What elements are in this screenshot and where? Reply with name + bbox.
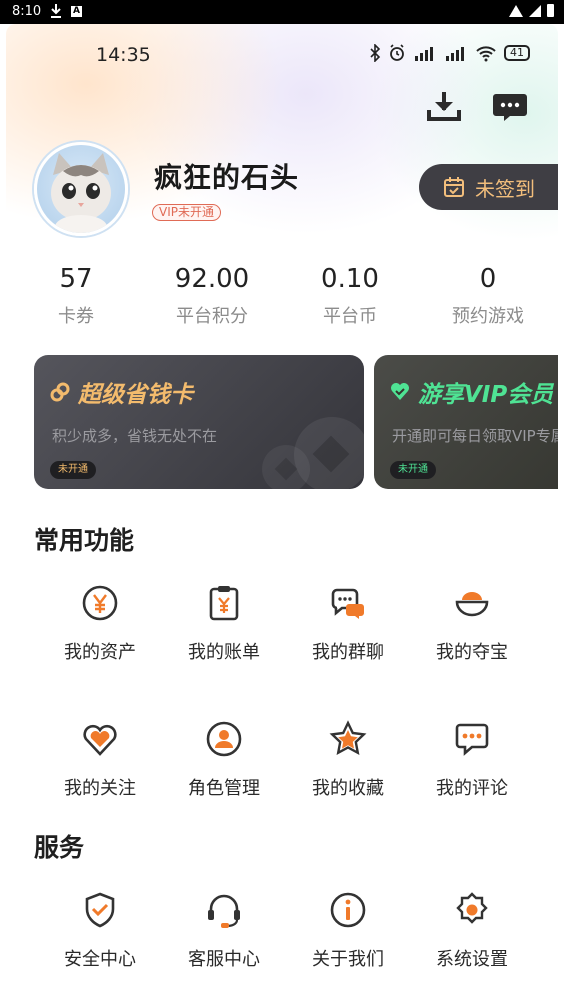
- battery-status-icon: [547, 4, 554, 17]
- grid-item-label: 我的关注: [64, 778, 136, 799]
- inner-status-icons: 41: [369, 44, 530, 62]
- grid-item-label: 我的收藏: [312, 778, 384, 799]
- grid-item-comments[interactable]: 我的评论: [410, 720, 534, 800]
- stat-reserved-games[interactable]: 0 预约游戏: [428, 264, 548, 328]
- savings-card-title-row: 超级省钱卡: [50, 375, 193, 409]
- grid-item-label: 客服中心: [188, 949, 260, 970]
- grid-item-assets[interactable]: 我的资产: [38, 584, 162, 664]
- star-icon: [329, 720, 367, 756]
- system-time: 8:10: [12, 4, 42, 19]
- inner-status-time: 14:35: [96, 44, 151, 66]
- signal-hd-icon-2: [446, 47, 464, 61]
- bluetooth-icon: [370, 44, 381, 62]
- grid-item-label: 我的资产: [64, 642, 136, 663]
- app-notification-icon: A: [71, 6, 82, 17]
- grid-item-label: 安全中心: [64, 949, 136, 970]
- treasure-bowl-icon: [455, 592, 489, 617]
- coin-decoration-icon: [262, 417, 364, 489]
- vip-card-status: 未开通: [390, 461, 436, 479]
- settings-gear-icon: [456, 892, 488, 924]
- username: 疯狂的石头: [154, 161, 300, 194]
- stat-value: 92.00: [174, 264, 250, 294]
- vip-card-desc: 开通即可每日领取VIP专属福利: [392, 427, 558, 445]
- stat-points[interactable]: 92.00 平台积分: [152, 264, 272, 328]
- wifi-status-icon: [509, 4, 523, 17]
- grid-item-role[interactable]: 角色管理: [162, 720, 286, 800]
- system-status-bar: 8:10 A: [0, 0, 564, 24]
- comment-icon: [455, 723, 489, 756]
- signin-label: 未签到: [475, 176, 535, 201]
- stat-label: 平台积分: [176, 306, 248, 327]
- savings-card-desc: 积少成多，省钱无处不在: [52, 427, 218, 445]
- calendar-check-icon: [444, 177, 464, 197]
- shield-icon: [85, 892, 115, 928]
- grid-item-label: 我的夺宝: [436, 642, 508, 663]
- grid-item-group-chat[interactable]: 我的群聊: [286, 584, 410, 664]
- savings-card[interactable]: 超级省钱卡 积少成多，省钱无处不在 未开通: [34, 355, 364, 489]
- signal-hd-icon-1: [415, 47, 433, 61]
- wifi-icon: [476, 46, 496, 62]
- link-icon: [50, 382, 70, 402]
- avatar[interactable]: [34, 142, 128, 236]
- stat-platform-coin[interactable]: 0.10 平台币: [290, 264, 410, 328]
- heart-icon: [83, 724, 117, 756]
- signin-button[interactable]: 未签到: [419, 164, 558, 210]
- yuan-coin-icon: [82, 585, 118, 621]
- battery-icon: 41: [504, 45, 530, 61]
- bill-icon: [209, 586, 239, 621]
- grid-item-label: 关于我们: [312, 949, 384, 970]
- grid-item-about[interactable]: 关于我们: [286, 891, 410, 971]
- stat-value: 57: [59, 264, 93, 294]
- grid-item-follow[interactable]: 我的关注: [38, 720, 162, 800]
- download-status-icon: [51, 4, 61, 18]
- headset-icon: [208, 894, 240, 928]
- common-functions-title: 常用功能: [34, 526, 135, 555]
- grid-item-label: 系统设置: [436, 949, 508, 970]
- stat-label: 卡券: [58, 306, 94, 327]
- grid-item-label: 我的评论: [436, 778, 508, 799]
- grid-item-label: 角色管理: [188, 778, 260, 799]
- grid-item-treasure[interactable]: 我的夺宝: [410, 584, 534, 664]
- cell-signal-icon: [529, 4, 541, 17]
- grid-item-label: 我的账单: [188, 642, 260, 663]
- vip-card[interactable]: 游享VIP会员 开通即可每日领取VIP专属福利 未开通: [374, 355, 558, 489]
- grid-item-bill[interactable]: 我的账单: [162, 584, 286, 664]
- grid-item-settings[interactable]: 系统设置: [410, 891, 534, 971]
- vip-card-title-row: 游享VIP会员: [390, 375, 553, 409]
- stat-label: 平台币: [323, 306, 377, 327]
- grid-item-security[interactable]: 安全中心: [38, 891, 162, 971]
- vip-card-title: 游享VIP会员: [418, 382, 554, 408]
- stat-value: 0.10: [321, 264, 379, 294]
- grid-item-favorites[interactable]: 我的收藏: [286, 720, 410, 800]
- download-button[interactable]: [424, 86, 464, 126]
- cat-avatar-icon: [51, 153, 111, 233]
- savings-card-title: 超级省钱卡: [78, 382, 193, 408]
- grid-item-customer-service[interactable]: 客服中心: [162, 891, 286, 971]
- group-chat-icon: [331, 588, 364, 619]
- info-icon: [330, 892, 366, 928]
- services-title: 服务: [34, 833, 85, 862]
- stat-coupons[interactable]: 57 卡券: [16, 264, 136, 328]
- savings-card-status: 未开通: [50, 461, 96, 479]
- grid-item-label: 我的群聊: [312, 642, 384, 663]
- user-role-icon: [206, 721, 242, 757]
- alarm-icon: [390, 44, 404, 61]
- heart-badge-icon: [391, 383, 409, 400]
- message-button[interactable]: [490, 86, 530, 126]
- stat-label: 预约游戏: [452, 306, 524, 327]
- vip-status-badge[interactable]: VIP未开通: [152, 204, 221, 221]
- app-screen: 14:35 41 疯狂的石头 VIP未开通 未签到 57 卡券 92.00 平台…: [6, 24, 558, 1004]
- stat-value: 0: [479, 264, 497, 294]
